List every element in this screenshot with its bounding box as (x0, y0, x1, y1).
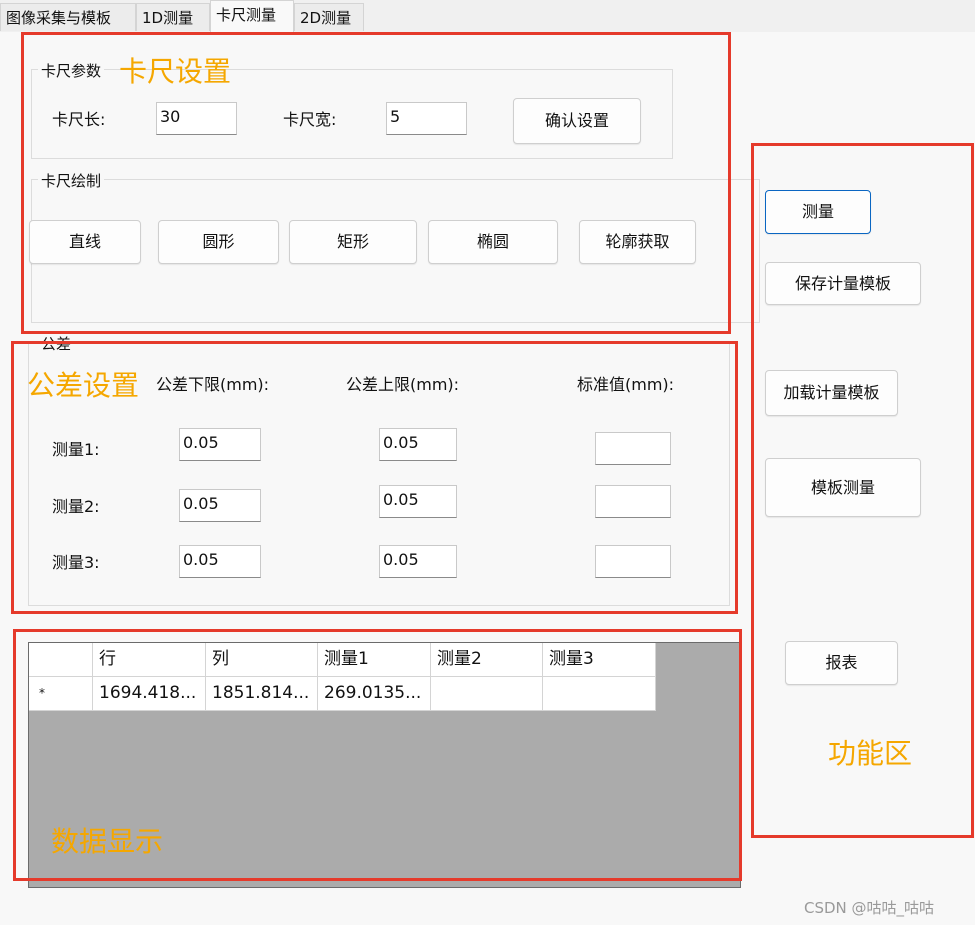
tolerance-settings-annotation: 公差设置 (27, 369, 140, 402)
tab-bar: 图像采集与模板 1D测量 卡尺测量 2D测量 (0, 0, 975, 33)
watermark: CSDN @咕咕_咕咕 (804, 899, 935, 917)
function-area-annotation: 功能区 (828, 737, 913, 770)
data-display-annotation: 数据显示 (51, 825, 164, 858)
tab-image-capture[interactable]: 图像采集与模板 (0, 3, 136, 31)
caliper-settings-annotation: 卡尺设置 (119, 55, 232, 88)
tab-1d-measure[interactable]: 1D测量 (136, 3, 210, 31)
tab-2d-measure[interactable]: 2D测量 (294, 3, 364, 31)
tab-caliper-measure[interactable]: 卡尺测量 (210, 0, 294, 33)
